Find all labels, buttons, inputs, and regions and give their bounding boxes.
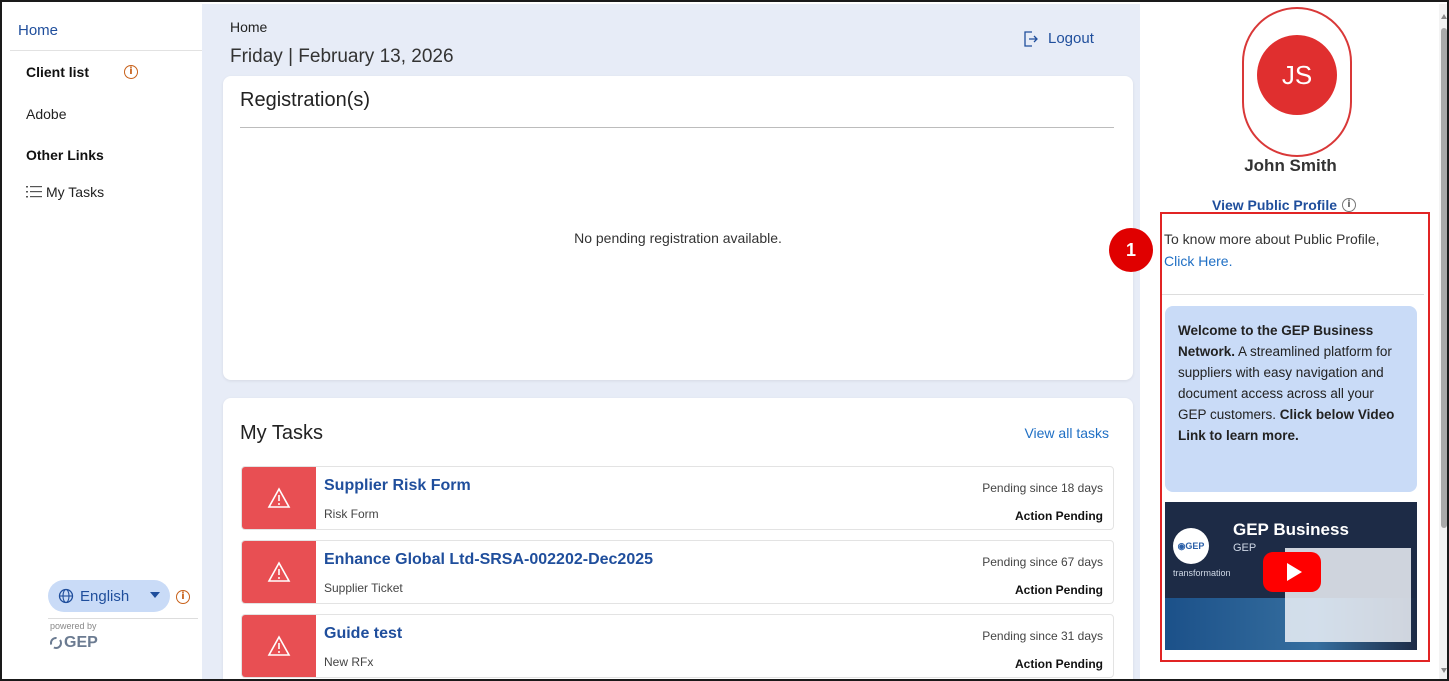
- sidebar-item-adobe[interactable]: Adobe: [26, 106, 66, 122]
- task-status: Action Pending: [1015, 583, 1103, 597]
- gep-swirl-icon: [50, 637, 62, 649]
- view-all-tasks-link[interactable]: View all tasks: [1024, 425, 1109, 441]
- logout-button[interactable]: Logout: [1024, 30, 1094, 47]
- registrations-empty-message: No pending registration available.: [574, 230, 782, 246]
- task-type: Supplier Ticket: [324, 581, 403, 595]
- scrollbar[interactable]: [1439, 4, 1447, 679]
- registrations-title: Registration(s): [240, 89, 371, 111]
- warning-icon: [242, 467, 316, 529]
- chevron-down-icon: [150, 592, 160, 598]
- task-name[interactable]: Enhance Global Ltd-SRSA-002202-Dec2025: [324, 551, 653, 569]
- task-status: Action Pending: [1015, 509, 1103, 523]
- powered-by-label: powered by: [50, 621, 97, 631]
- task-pending-since: Pending since 67 days: [982, 555, 1103, 569]
- breadcrumb[interactable]: Home: [230, 19, 267, 35]
- info-icon[interactable]: i: [1342, 198, 1357, 212]
- task-row[interactable]: Enhance Global Ltd-SRSA-002202-Dec2025 S…: [241, 540, 1114, 604]
- language-select[interactable]: English: [48, 580, 170, 612]
- task-pending-since: Pending since 31 days: [982, 629, 1103, 643]
- sidebar: Home Client list i Adobe Other Links My …: [4, 4, 202, 679]
- task-pending-since: Pending since 18 days: [982, 481, 1103, 495]
- globe-icon: [58, 588, 74, 604]
- warning-icon: [242, 541, 316, 603]
- footer-divider: [48, 618, 198, 619]
- avatar[interactable]: JS: [1257, 35, 1337, 115]
- annotation-highlight-box: [1160, 212, 1430, 662]
- page-date: Friday | February 13, 2026: [230, 46, 454, 67]
- task-name[interactable]: Supplier Risk Form: [324, 477, 471, 495]
- client-list-heading: Client list: [26, 64, 90, 80]
- annotation-badge: 1: [1109, 228, 1153, 272]
- registrations-divider: [240, 127, 1114, 128]
- gep-logo: GEP: [50, 634, 98, 652]
- task-type: Risk Form: [324, 507, 379, 521]
- language-info-icon[interactable]: i: [176, 590, 190, 604]
- scroll-up-icon[interactable]: [1441, 14, 1447, 19]
- sidebar-divider: [10, 50, 202, 51]
- scrollbar-thumb[interactable]: [1441, 28, 1447, 528]
- app-window: Home Client list i Adobe Other Links My …: [0, 0, 1449, 681]
- other-links-heading: Other Links: [26, 147, 104, 163]
- list-icon: [26, 186, 42, 198]
- task-row[interactable]: Guide test New RFx Pending since 31 days…: [241, 614, 1114, 678]
- registrations-card: Registration(s) No pending registration …: [223, 76, 1133, 380]
- task-name[interactable]: Guide test: [324, 625, 402, 643]
- profile-name: John Smith: [1244, 156, 1337, 175]
- task-status: Action Pending: [1015, 657, 1103, 671]
- task-row[interactable]: Supplier Risk Form Risk Form Pending sin…: [241, 466, 1114, 530]
- gep-brand: GEP: [64, 634, 98, 651]
- my-tasks-card: My Tasks View all tasks Supplier Risk Fo…: [223, 398, 1133, 679]
- client-list-info-icon[interactable]: i: [124, 65, 138, 79]
- scroll-down-icon[interactable]: [1441, 668, 1447, 673]
- task-type: New RFx: [324, 655, 374, 669]
- main-content: Home Friday | February 13, 2026 Logout R…: [202, 4, 1140, 679]
- sidebar-item-my-tasks[interactable]: My Tasks: [26, 184, 104, 200]
- my-tasks-label: My Tasks: [46, 184, 105, 200]
- view-public-profile-label: View Public Profile: [1212, 197, 1338, 213]
- logout-icon: [1024, 30, 1038, 47]
- sidebar-item-home[interactable]: Home: [18, 22, 58, 39]
- logout-label: Logout: [1048, 30, 1094, 47]
- my-tasks-title: My Tasks: [240, 422, 323, 444]
- language-value: English: [80, 587, 130, 605]
- warning-icon: [242, 615, 316, 677]
- view-public-profile-link[interactable]: View Public Profile i: [1212, 197, 1357, 213]
